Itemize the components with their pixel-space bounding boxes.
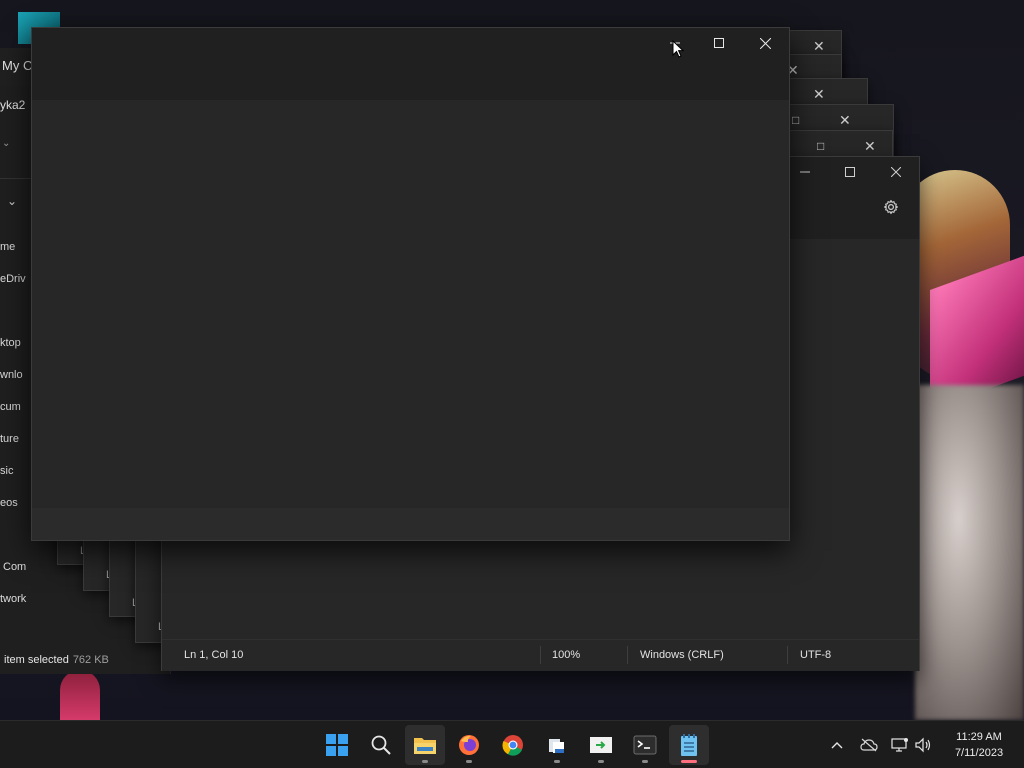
running-indicator <box>554 760 560 763</box>
wallpaper-red-shape <box>60 670 100 720</box>
close-icon[interactable]: ✕ <box>839 113 851 127</box>
wallpaper-blur-photo <box>915 385 1024 720</box>
search-icon <box>371 735 391 755</box>
close-icon <box>759 37 771 49</box>
status-cursor-position: Ln 1, Col 10 <box>184 649 244 661</box>
gear-icon <box>883 199 899 215</box>
folder-icon <box>414 738 436 754</box>
close-icon[interactable]: ✕ <box>864 139 876 153</box>
blank-window-editor[interactable] <box>32 100 789 508</box>
settings-button[interactable] <box>883 199 903 219</box>
status-size: 762 KB <box>72 654 109 666</box>
active-indicator <box>681 760 697 763</box>
nav-item-onedrive[interactable]: eDriv <box>0 273 26 285</box>
taskbar-remote-desktop[interactable] <box>581 725 621 765</box>
maximize-icon <box>714 38 724 48</box>
files-icon <box>549 739 564 753</box>
running-indicator <box>598 760 604 763</box>
close-button[interactable] <box>742 28 788 58</box>
nav-item-desktop[interactable]: ktop <box>0 337 21 349</box>
close-icon[interactable]: ✕ <box>813 39 825 53</box>
status-divider <box>787 646 788 664</box>
clock-date: 7/11/2023 <box>954 747 1004 759</box>
status-zoom[interactable]: 100% <box>552 649 580 661</box>
minimize-icon <box>800 171 810 173</box>
explorer-title: My C <box>2 58 33 73</box>
status-selection: item selected <box>4 654 69 666</box>
explorer-address[interactable]: yka2 <box>0 98 25 112</box>
maximize-icon[interactable]: □ <box>792 113 799 127</box>
blank-notepad-window <box>31 27 790 541</box>
close-button[interactable] <box>873 157 919 187</box>
taskbar: 11:29 AM 7/11/2023 <box>0 720 1024 768</box>
close-icon <box>891 167 901 177</box>
notepad-statusbar: Ln 1, Col 10 100% Windows (CRLF) UTF-8 <box>162 639 919 671</box>
running-indicator <box>466 760 472 763</box>
taskbar-files[interactable] <box>537 725 577 765</box>
search-button[interactable] <box>361 725 401 765</box>
taskbar-firefox[interactable] <box>449 725 489 765</box>
maximize-button[interactable] <box>696 28 742 58</box>
firefox-icon <box>459 735 479 755</box>
clock[interactable]: 11:29 AM 7/11/2023 <box>940 729 1018 761</box>
nav-item-downloads[interactable]: wnlo <box>0 369 23 381</box>
network-button[interactable] <box>890 735 910 755</box>
speaker-icon <box>915 737 931 753</box>
chevron-down-icon[interactable]: ⌄ <box>7 194 17 208</box>
maximize-icon[interactable]: □ <box>817 139 824 153</box>
status-encoding[interactable]: UTF-8 <box>800 649 831 661</box>
blank-window-menubar <box>32 60 789 100</box>
network-icon <box>891 738 908 752</box>
nav-item-network[interactable]: twork <box>0 593 26 605</box>
cloud-offline-icon <box>860 738 878 752</box>
taskbar-notepad[interactable] <box>669 725 709 765</box>
mouse-cursor-icon <box>672 40 684 58</box>
explorer-status: item selected 762 KB <box>4 654 109 666</box>
notepad-icon <box>681 734 697 756</box>
taskbar-chrome[interactable] <box>493 725 533 765</box>
maximize-button[interactable] <box>827 157 873 187</box>
nav-item-pictures[interactable]: ture <box>0 433 19 445</box>
show-hidden-icons-button[interactable] <box>827 735 847 755</box>
maximize-icon <box>845 167 855 177</box>
nav-item-videos[interactable]: eos <box>0 497 18 509</box>
remote-desktop-icon <box>590 737 612 753</box>
onedrive-status-button[interactable] <box>859 735 879 755</box>
blank-window-statusbar <box>32 508 789 540</box>
taskbar-file-explorer[interactable] <box>405 725 445 765</box>
status-divider <box>540 646 541 664</box>
start-button[interactable] <box>317 725 357 765</box>
nav-item-home[interactable]: me <box>0 241 15 253</box>
nav-item-music[interactable]: sic <box>0 465 13 477</box>
taskbar-terminal[interactable] <box>625 725 665 765</box>
chrome-icon <box>502 735 523 756</box>
running-indicator <box>642 760 648 763</box>
chevron-down-icon[interactable]: ⌄ <box>2 138 10 149</box>
nav-item-this-pc[interactable]: Com <box>3 561 26 573</box>
status-divider <box>627 646 628 664</box>
windows-logo-icon <box>326 734 348 756</box>
terminal-icon <box>633 735 657 755</box>
close-icon[interactable]: ✕ <box>813 87 825 101</box>
running-indicator <box>422 760 428 763</box>
clock-time: 11:29 AM <box>956 731 1002 743</box>
chevron-up-icon <box>831 742 843 749</box>
volume-button[interactable] <box>913 735 933 755</box>
nav-item-documents[interactable]: cum <box>0 401 21 413</box>
status-line-ending[interactable]: Windows (CRLF) <box>640 649 724 661</box>
